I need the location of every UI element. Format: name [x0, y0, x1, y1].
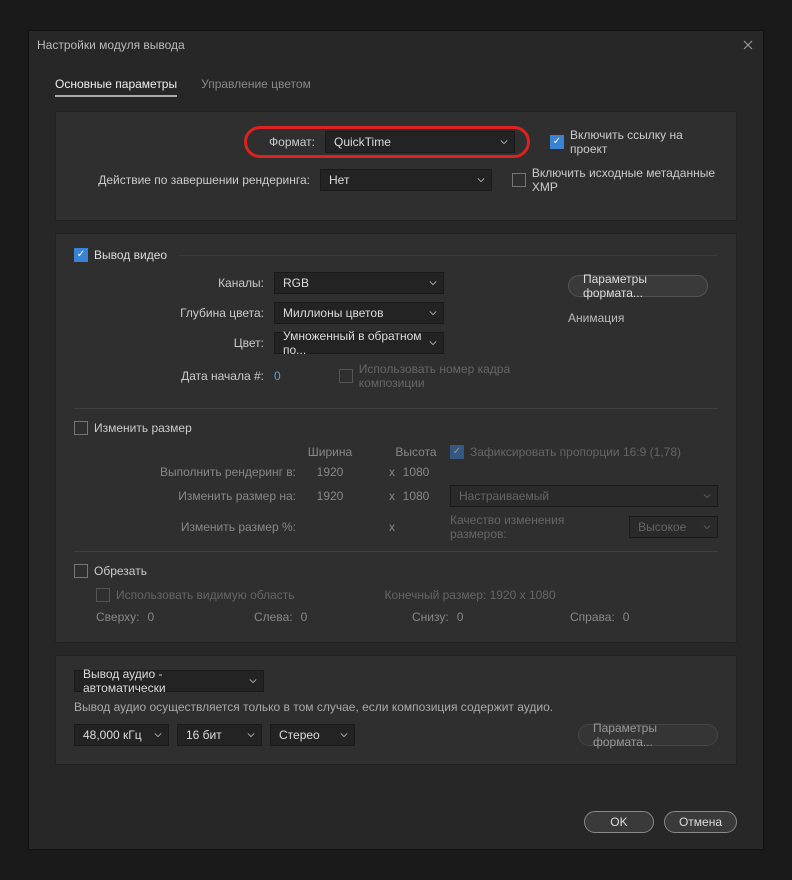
tab-main-options[interactable]: Основные параметры	[55, 77, 177, 97]
depth-value: Миллионы цветов	[283, 306, 383, 320]
final-size-label: Конечный размер: 1920 x 1080	[385, 588, 556, 602]
render-height: 1080	[388, 465, 444, 479]
format-value: QuickTime	[334, 135, 391, 149]
output-module-settings-window: Настройки модуля вывода Основные парамет…	[28, 30, 764, 850]
channels-select[interactable]: RGB	[274, 272, 444, 294]
channels-value: RGB	[283, 276, 309, 290]
chevron-down-icon	[703, 492, 711, 500]
post-render-action-value: Нет	[329, 173, 349, 187]
color-label: Цвет:	[74, 336, 264, 350]
start-number-value[interactable]: 0	[274, 369, 309, 383]
resize-width: 1920	[302, 489, 358, 503]
start-number-label: Дата начала #:	[74, 369, 264, 383]
crop-top-value: 0	[147, 610, 154, 624]
crop-left-value: 0	[301, 610, 308, 624]
video-format-options-button[interactable]: Параметры формата...	[568, 275, 708, 297]
window-title: Настройки модуля вывода	[37, 38, 185, 52]
resize-quality-select: Высокое	[629, 516, 718, 538]
lock-aspect-checkbox	[450, 445, 464, 459]
ok-button[interactable]: OK	[584, 811, 654, 833]
format-select[interactable]: QuickTime	[325, 131, 515, 153]
video-output-checkbox[interactable]	[74, 248, 88, 262]
codec-label: Анимация	[568, 311, 718, 325]
top-panel: Формат: QuickTime Включить ссылку на про…	[55, 111, 737, 221]
include-project-link-label: Включить ссылку на проект	[570, 128, 718, 156]
height-header: Высота	[388, 445, 444, 459]
close-icon[interactable]	[741, 38, 755, 52]
audio-rate-value: 48,000 кГц	[83, 728, 142, 742]
include-project-link-checkbox[interactable]	[550, 135, 564, 149]
crop-left-label: Слева:	[254, 610, 293, 624]
post-render-action-label: Действие по завершении рендеринга:	[74, 173, 310, 187]
resize-pct-label: Изменить размер %:	[96, 520, 296, 534]
use-roi-label: Использовать видимую область	[116, 588, 295, 602]
audio-rate-select[interactable]: 48,000 кГц	[74, 724, 169, 746]
audio-format-options-button: Параметры формата...	[578, 724, 718, 746]
audio-note: Вывод аудио осуществляется только в том …	[74, 700, 718, 714]
chevron-down-icon	[247, 731, 255, 739]
resize-quality-value: Высокое	[638, 520, 686, 534]
tabs: Основные параметры Управление цветом	[55, 77, 737, 97]
format-highlight: Формат: QuickTime	[244, 126, 530, 158]
tab-color-management[interactable]: Управление цветом	[201, 77, 311, 97]
depth-select[interactable]: Миллионы цветов	[274, 302, 444, 324]
include-source-xmp-label: Включить исходные метаданные XMP	[532, 166, 718, 194]
channels-label: Каналы:	[74, 276, 264, 290]
crop-right-value: 0	[623, 610, 630, 624]
chevron-down-icon	[703, 523, 711, 531]
chevron-down-icon	[500, 138, 508, 146]
render-at-label: Выполнить рендеринг в:	[96, 465, 296, 479]
depth-label: Глубина цвета:	[74, 306, 264, 320]
crop-bottom-value: 0	[457, 610, 464, 624]
chevron-down-icon	[340, 731, 348, 739]
titlebar: Настройки модуля вывода	[29, 31, 763, 59]
width-header: Ширина	[302, 445, 358, 459]
cancel-button[interactable]: Отмена	[664, 811, 737, 833]
crop-title: Обрезать	[94, 564, 147, 578]
resize-preset-select: Настраиваемый	[450, 485, 718, 507]
audio-panel: Вывод аудио - автоматически Вывод аудио …	[55, 655, 737, 765]
resize-checkbox[interactable]	[74, 421, 88, 435]
lock-aspect-label: Зафиксировать пропорции 16:9 (1,78)	[470, 445, 681, 459]
chevron-down-icon	[477, 176, 485, 184]
resize-to-label: Изменить размер на:	[96, 489, 296, 503]
crop-right-label: Справа:	[570, 610, 615, 624]
dialog-footer: OK Отмена	[29, 797, 763, 849]
chevron-down-icon	[429, 309, 437, 317]
render-width: 1920	[302, 465, 358, 479]
post-render-action-select[interactable]: Нет	[320, 169, 492, 191]
use-roi-checkbox	[96, 588, 110, 602]
audio-mode-select[interactable]: Вывод аудио - автоматически	[74, 670, 264, 692]
crop-checkbox[interactable]	[74, 564, 88, 578]
color-value: Умноженный в обратном по...	[283, 329, 423, 357]
audio-bits-select[interactable]: 16 бит	[177, 724, 262, 746]
resize-height: 1080	[388, 489, 444, 503]
format-label: Формат:	[259, 135, 315, 149]
x-separator: x	[364, 520, 420, 534]
resize-preset-value: Настраиваемый	[459, 489, 549, 503]
chevron-down-icon	[429, 279, 437, 287]
use-comp-frame-label: Использовать номер кадра композиции	[359, 362, 548, 390]
video-panel: Вывод видео Каналы: RGB Глубина цвета:	[55, 233, 737, 643]
chevron-down-icon	[154, 731, 162, 739]
chevron-down-icon	[429, 339, 437, 347]
chevron-down-icon	[249, 677, 257, 685]
crop-bottom-label: Снизу:	[412, 610, 449, 624]
audio-channels-select[interactable]: Стерео	[270, 724, 355, 746]
use-comp-frame-checkbox	[339, 369, 353, 383]
crop-top-label: Сверху:	[96, 610, 139, 624]
audio-bits-value: 16 бит	[186, 728, 222, 742]
resize-quality-label: Качество изменения размеров:	[450, 513, 621, 541]
video-output-title: Вывод видео	[94, 248, 167, 262]
include-source-xmp-checkbox[interactable]	[512, 173, 526, 187]
audio-channels-value: Стерео	[279, 728, 320, 742]
audio-mode-value: Вывод аудио - автоматически	[83, 667, 243, 695]
color-select[interactable]: Умноженный в обратном по...	[274, 332, 444, 354]
resize-title: Изменить размер	[94, 421, 192, 435]
